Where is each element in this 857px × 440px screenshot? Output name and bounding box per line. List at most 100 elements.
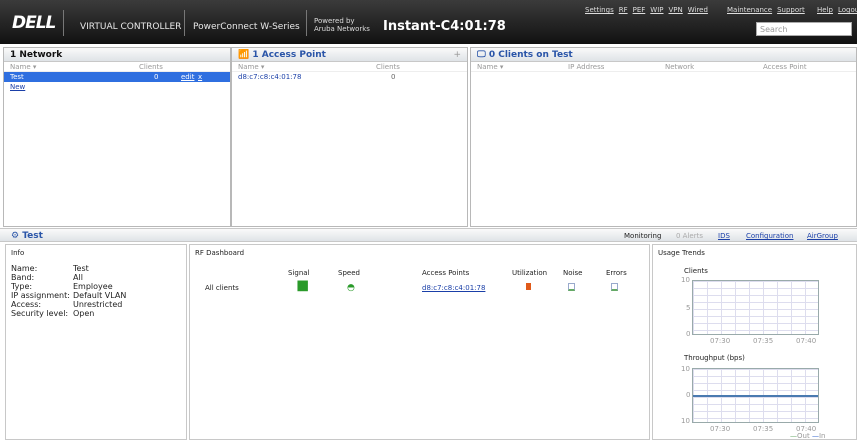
col-name[interactable]: Name ▾ [477, 63, 503, 71]
tab-ids[interactable]: IDS [718, 232, 730, 240]
usage-title: Usage Trends [658, 249, 705, 257]
clients-time-2: 07:35 [753, 337, 774, 345]
top-links-3: Help Logout [812, 6, 857, 14]
link-vpn[interactable]: VPN [669, 6, 683, 14]
utilization-bar-icon [526, 283, 531, 290]
section-title: ⚙ Test [11, 231, 43, 241]
ap-row[interactable]: d8:c7:c8:c4:01:78 0 [232, 72, 467, 82]
throughput-in-line [693, 395, 818, 397]
clients-pane: 🖵 0 Clients on Test Name ▾ IP Address Ne… [470, 47, 857, 227]
aps-title-bar: 📶 1 Access Point + [232, 48, 467, 62]
col-name[interactable]: Name ▾ [238, 63, 264, 71]
link-logout[interactable]: Logout [838, 6, 857, 14]
signal-icon: ▐█ [294, 282, 308, 292]
rf-dashboard-panel: RF Dashboard Signal Speed Access Points … [189, 244, 650, 440]
info-panel: Info Name: Test Band: All Type: Employee IP… [5, 244, 187, 440]
tab-configuration[interactable]: Configuration [746, 232, 793, 240]
clients-title: 0 Clients on Test [488, 50, 573, 60]
powered-line1: Powered by [314, 17, 355, 25]
link-pef[interactable]: PEF [633, 6, 646, 14]
info-row: IP assignment: Default VLAN [11, 291, 127, 300]
col-utilization: Utilization [512, 269, 548, 277]
networks-title: 1 Network [4, 48, 230, 62]
clients-chart-label: Clients [684, 267, 708, 275]
separator [306, 10, 307, 36]
info-row: Type: Employee [11, 282, 113, 291]
network-row[interactable]: Test 0 edit x [4, 72, 230, 82]
col-signal: Signal [288, 269, 310, 277]
info-row: Name: Test [11, 264, 89, 273]
add-ap-button[interactable]: + [453, 50, 461, 60]
clients-title-bar: 🖵 0 Clients on Test [471, 48, 856, 62]
clients-time-3: 07:40 [796, 337, 817, 345]
legend: —Out —In [790, 432, 826, 440]
networks-pane: 1 Network Name ▾ Clients Test 0 edit x N… [3, 47, 231, 227]
link-settings[interactable]: Settings [585, 6, 614, 14]
access-point-icon: 📶 [238, 50, 250, 60]
col-network[interactable]: Network [665, 63, 694, 71]
network-icon: ⚙ [11, 231, 20, 241]
delete-link[interactable]: x [198, 73, 202, 81]
search-input[interactable]: Search [756, 22, 852, 36]
tab-airgroup[interactable]: AirGroup [807, 232, 838, 240]
product-name: VIRTUAL CONTROLLER [80, 22, 182, 32]
col-errors: Errors [606, 269, 627, 277]
ap-clients: 0 [391, 73, 396, 81]
col-clients[interactable]: Clients [376, 63, 400, 71]
networks-header: Name ▾ Clients [4, 62, 230, 72]
tab-monitoring[interactable]: Monitoring [624, 232, 661, 240]
instance-name: Instant-C4:01:78 [383, 19, 506, 34]
speed-gauge-icon: ◓ [347, 283, 355, 293]
tp-time-2: 07:35 [753, 425, 774, 433]
tp-tick-zero: 0 [686, 391, 691, 399]
col-noise: Noise [563, 269, 583, 277]
clients-chart [692, 280, 819, 335]
info-row: Band: All [11, 273, 83, 282]
clients-time-1: 07:30 [710, 337, 731, 345]
tp-time-1: 07:30 [710, 425, 731, 433]
separator [184, 10, 185, 36]
top-links: Settings RF PEF WIP VPN Wired [580, 6, 708, 14]
edit-link[interactable]: edit [181, 73, 194, 81]
link-rf[interactable]: RF [619, 6, 628, 14]
link-wired[interactable]: Wired [688, 6, 708, 14]
col-clients[interactable]: Clients [139, 63, 163, 71]
ap-link[interactable]: d8:c7:c8:c4:01:78 [422, 284, 485, 292]
usage-trends-panel: Usage Trends Clients 10 5 0 07:30 07:35 … [652, 244, 857, 440]
new-row: New [4, 82, 230, 92]
top-links-2: Maintenance Support [722, 6, 805, 14]
link-wip[interactable]: WIP [650, 6, 663, 14]
tp-tick-top: 10 [681, 365, 690, 373]
tab-alerts[interactable]: 0 Alerts [676, 232, 703, 240]
dell-logo: DELL [12, 13, 56, 33]
rf-title: RF Dashboard [195, 249, 245, 257]
info-row: Security level: Open [11, 309, 95, 318]
monitor-icon: 🖵 [477, 50, 486, 60]
clients-tick-10: 10 [681, 276, 690, 284]
info-fields: Name: Test Band: All Type: Employee IP assi… [6, 261, 186, 321]
info-row: Access: Unrestricted [11, 300, 123, 309]
clients-header: Name ▾ IP Address Network Access Point [471, 62, 856, 72]
errors-bar-icon [611, 283, 618, 291]
col-name[interactable]: Name ▾ [10, 63, 36, 71]
col-speed: Speed [338, 269, 360, 277]
rf-row-label: All clients [205, 284, 239, 292]
aps-header: Name ▾ Clients [232, 62, 467, 72]
col-access-point[interactable]: Access Point [763, 63, 807, 71]
link-support[interactable]: Support [777, 6, 805, 14]
tp-tick-bottom: 10 [681, 417, 690, 425]
link-maintenance[interactable]: Maintenance [727, 6, 772, 14]
noise-bar-icon [568, 283, 575, 291]
network-clients: 0 [154, 73, 159, 81]
clients-tick-5: 5 [686, 304, 691, 312]
access-points-pane: 📶 1 Access Point + Name ▾ Clients d8:c7:… [231, 47, 468, 227]
series-name: PowerConnect W-Series [193, 22, 300, 32]
network-name: Test [10, 73, 24, 81]
powered-line2: Aruba Networks [314, 25, 370, 33]
new-network-link[interactable]: New [10, 83, 25, 91]
aps-title: 1 Access Point [252, 50, 326, 60]
link-help[interactable]: Help [817, 6, 833, 14]
detail-section-bar: ⚙ Test Monitoring 0 Alerts IDS Configura… [0, 228, 857, 242]
info-title: Info [11, 249, 25, 257]
col-ip[interactable]: IP Address [568, 63, 604, 71]
